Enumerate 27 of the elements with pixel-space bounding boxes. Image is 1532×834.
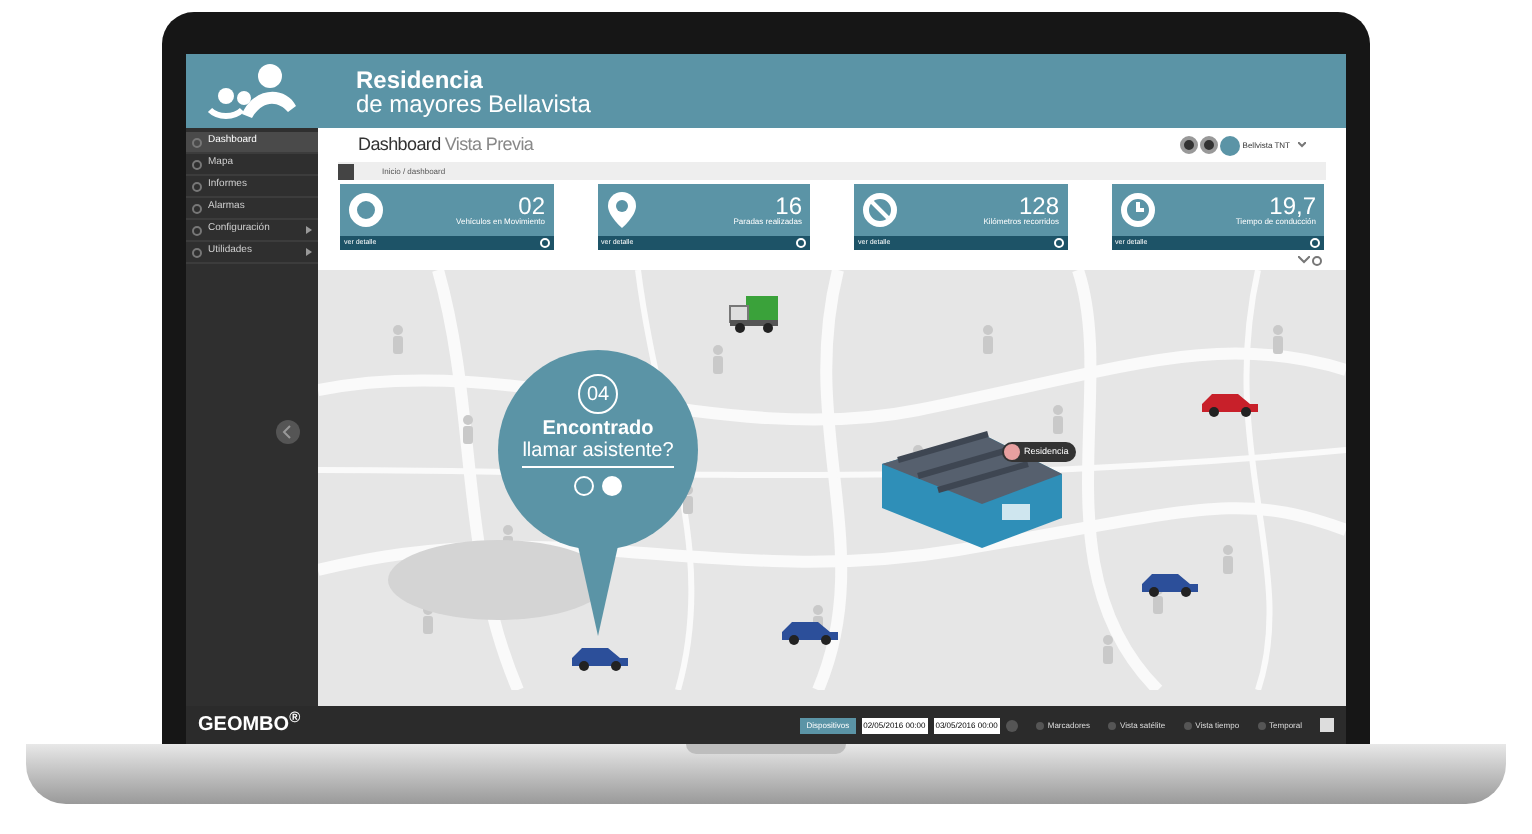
popup-title: Encontrado xyxy=(542,420,654,440)
logo: GEOMBO$^{®}$ xyxy=(198,710,301,740)
chevron-icon xyxy=(306,226,312,234)
popup-pointer xyxy=(578,546,618,636)
collapse-toggle-icon[interactable] xyxy=(276,420,300,444)
stat-value: 02 xyxy=(518,194,545,218)
radio-icon[interactable] xyxy=(1183,721,1192,729)
stat-value: 16 xyxy=(775,194,802,218)
radio-icon[interactable] xyxy=(1108,721,1116,729)
collapse-icon[interactable] xyxy=(1298,256,1310,264)
radio-icon[interactable] xyxy=(1257,721,1266,729)
popup-question: llamar asistente? xyxy=(522,440,674,468)
stat-value: 19,7 xyxy=(1269,194,1316,218)
popup-count: 04 xyxy=(578,374,618,414)
header-title: Residencia xyxy=(356,67,485,91)
truck-icon xyxy=(728,294,780,334)
clock-icon xyxy=(1119,192,1155,228)
radio-icon[interactable] xyxy=(1035,721,1044,729)
stat-value: 128 xyxy=(1018,194,1059,218)
ring-icon xyxy=(348,192,384,228)
page-subtitle: Vista Previa xyxy=(444,131,534,158)
header-subtitle: de mayores Bellavista xyxy=(356,91,591,115)
chevron-icon xyxy=(306,248,312,256)
people-logo-icon xyxy=(206,61,298,121)
page-title: Dashboard xyxy=(358,131,441,158)
location-pin-icon xyxy=(605,190,637,230)
caret-icon[interactable] xyxy=(1298,142,1306,148)
